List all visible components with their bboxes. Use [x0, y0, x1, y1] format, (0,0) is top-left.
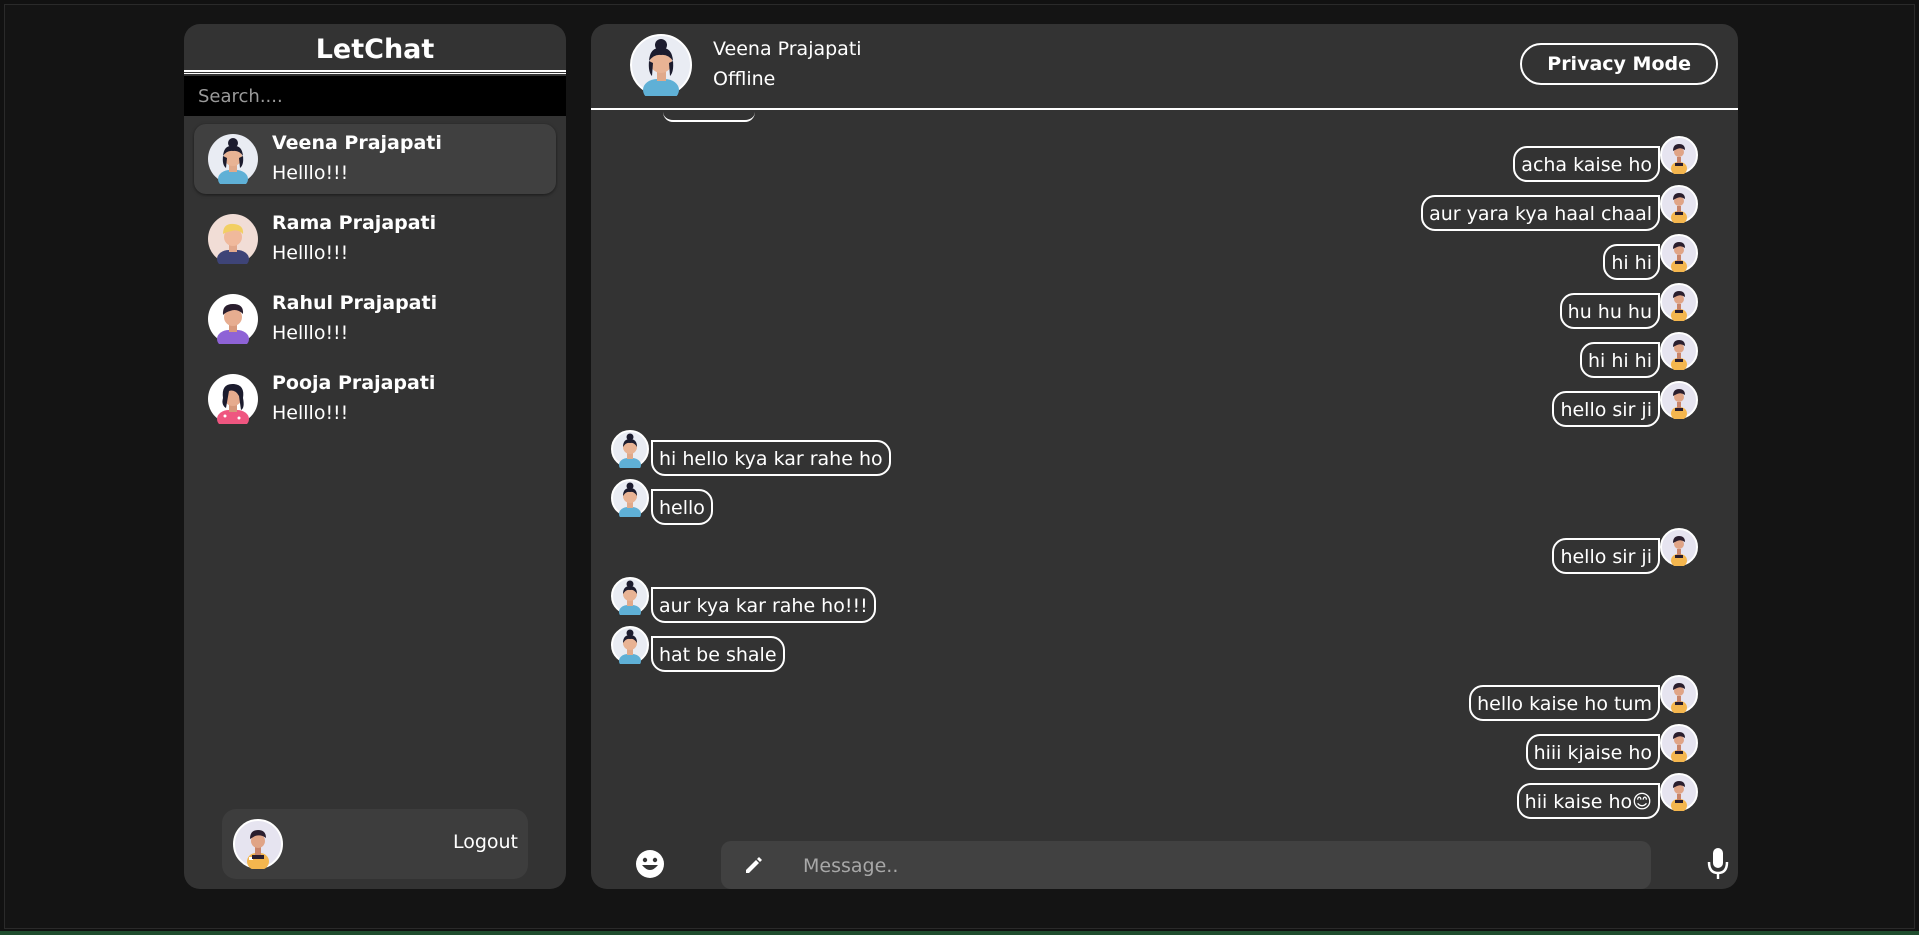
contact-name: Rama Prajapati [272, 212, 437, 234]
message-bubble: hello [651, 489, 713, 525]
sender-avatar-icon [1660, 528, 1698, 567]
sidebar: LetChat Veena Prajapati Helllo!!! Rama P… [184, 24, 566, 889]
man-blond-avatar-icon [208, 214, 258, 264]
sent-message: aur yara kya haal chaal [1002, 185, 1702, 231]
contact-last-message: Helllo!!! [272, 162, 349, 184]
app-title: LetChat [315, 34, 435, 65]
contact-avatar-icon [611, 479, 649, 521]
search-input[interactable] [184, 76, 566, 116]
woman-bun-avatar-icon [208, 134, 258, 184]
emoji-smile-icon[interactable] [635, 849, 665, 879]
contact-name: Pooja Prajapati [272, 372, 436, 394]
message-bubble: hi hi hi [1579, 342, 1660, 378]
message-bubble: hello sir ji [1552, 391, 1660, 427]
window-bottom-strip [0, 931, 1919, 935]
sent-message: hiii kjaise ho [1002, 724, 1702, 770]
clipped-message-bubble [663, 110, 755, 122]
message-bubble: hiii kjaise ho [1525, 734, 1660, 770]
sent-message: hu hu hu [1002, 283, 1702, 329]
sender-avatar-icon [1660, 675, 1698, 714]
sent-message: hi hi [1002, 234, 1702, 280]
message-bubble: hat be shale [651, 636, 785, 672]
sender-avatar-icon [1660, 234, 1698, 273]
message-bubble: hi hi [1603, 244, 1660, 280]
contact-item-veena[interactable]: Veena Prajapati Helllo!!! [194, 124, 556, 194]
sender-avatar-icon [1660, 136, 1698, 175]
contact-last-message: Helllo!!! [272, 322, 349, 344]
chat-contact-avatar-icon [630, 34, 692, 96]
message-input[interactable] [801, 841, 1635, 889]
sender-avatar-icon [1660, 185, 1698, 224]
message-bubble: hello kaise ho tum [1469, 685, 1660, 721]
contact-name: Veena Prajapati [272, 132, 442, 154]
privacy-mode-button[interactable]: Privacy Mode [1520, 43, 1718, 85]
sent-message: acha kaise ho [1002, 136, 1702, 182]
chat-panel: Veena Prajapati Offline Privacy Mode ach… [591, 24, 1738, 889]
message-composer [591, 839, 1738, 889]
contact-avatar-icon [611, 430, 649, 472]
contact-last-message: Helllo!!! [272, 242, 349, 264]
logout-button[interactable]: Logout [453, 831, 518, 853]
message-input-box [721, 841, 1651, 889]
pencil-icon [743, 854, 765, 876]
chat-contact-status: Offline [713, 68, 776, 90]
message-bubble: hu hu hu [1559, 293, 1660, 329]
received-message: aur kya kar rahe ho!!! [611, 577, 1311, 623]
received-message: hat be shale [611, 626, 1311, 672]
sender-avatar-icon [1660, 381, 1698, 420]
title-divider [184, 70, 566, 74]
contact-avatar-icon [611, 626, 649, 668]
message-bubble: hello sir ji [1552, 538, 1660, 574]
sender-avatar-icon [1660, 724, 1698, 763]
message-bubble: aur kya kar rahe ho!!! [651, 587, 876, 623]
microphone-icon[interactable] [1706, 847, 1730, 881]
sent-message: hello sir ji [1002, 528, 1702, 574]
chat-contact-name: Veena Prajapati [713, 38, 862, 60]
contact-item-pooja[interactable]: Pooja Prajapati Helllo!!! [194, 364, 556, 434]
message-bubble: hii kaise ho😊 [1516, 783, 1660, 819]
sender-avatar-icon [1660, 773, 1698, 812]
sent-message: hello kaise ho tum [1002, 675, 1702, 721]
message-list[interactable]: acha kaise ho aur yara kya haal chaal hi h… [591, 110, 1738, 850]
sender-avatar-icon [1660, 332, 1698, 371]
contact-last-message: Helllo!!! [272, 402, 349, 424]
woman-pink-shirt-avatar-icon [208, 374, 258, 424]
chat-header: Veena Prajapati Offline Privacy Mode [591, 24, 1738, 110]
message-bubble: hi hello kya kar rahe ho [651, 440, 891, 476]
received-message: hi hello kya kar rahe ho [611, 430, 1311, 476]
received-message: hello [611, 479, 1311, 525]
contact-name: Rahul Prajapati [272, 292, 438, 314]
man-purple-shirt-avatar-icon [208, 294, 258, 344]
current-user-card: Logout [222, 809, 528, 879]
sent-message: hi hi hi [1002, 332, 1702, 378]
message-bubble: aur yara kya haal chaal [1421, 195, 1660, 231]
contact-item-rahul[interactable]: Rahul Prajapati Helllo!!! [194, 284, 556, 354]
message-bubble: acha kaise ho [1513, 146, 1660, 182]
contact-item-rama[interactable]: Rama Prajapati Helllo!!! [194, 204, 556, 274]
sent-message: hello sir ji [1002, 381, 1702, 427]
sent-message: hii kaise ho😊 [1002, 773, 1702, 819]
current-user-avatar-icon[interactable] [233, 819, 283, 869]
sender-avatar-icon [1660, 283, 1698, 322]
contact-avatar-icon [611, 577, 649, 619]
